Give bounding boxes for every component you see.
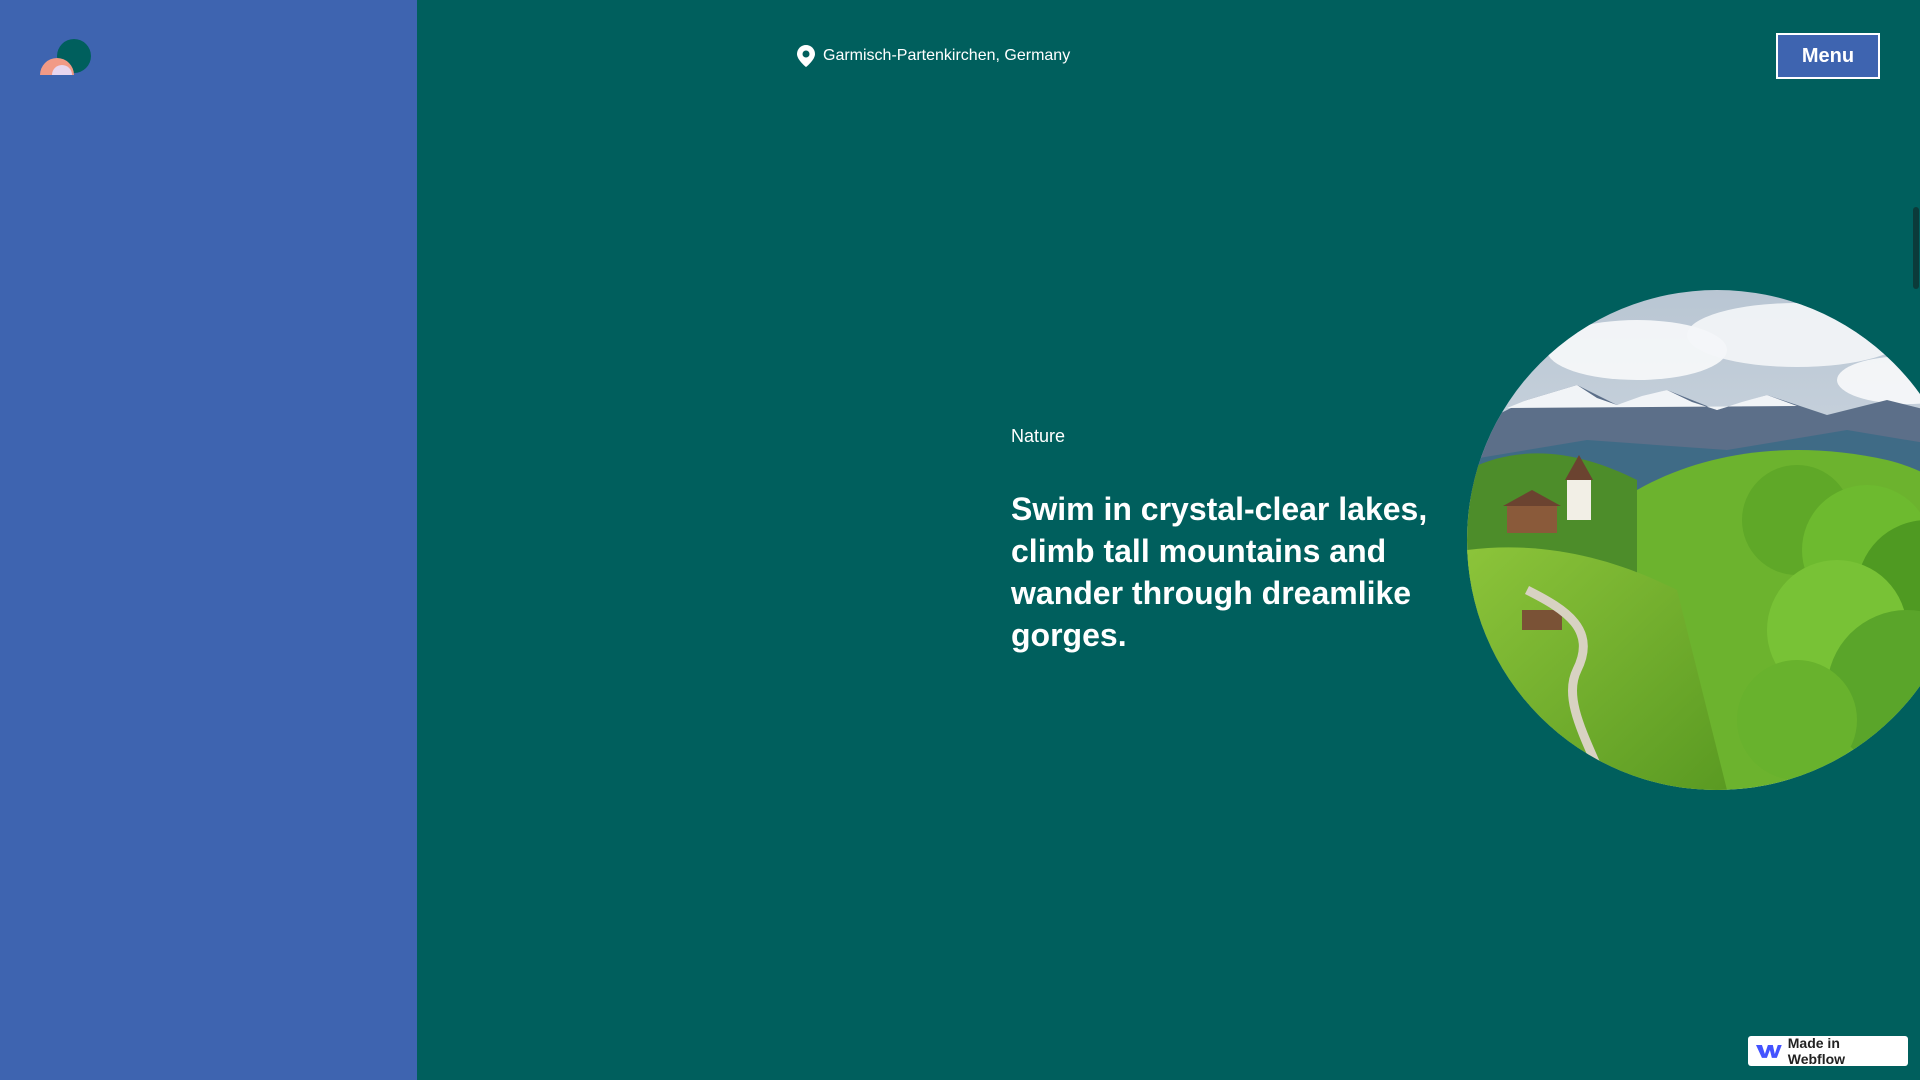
headline: Swim in crystal-clear lakes, climb tall … — [1011, 491, 1428, 653]
logo-icon[interactable] — [38, 38, 94, 76]
map-pin-icon — [797, 45, 815, 67]
menu-button[interactable]: Menu — [1776, 33, 1880, 79]
location-text: Garmisch-Partenkirchen, Germany — [823, 47, 1071, 64]
location: Garmisch-Partenkirchen, Germany — [797, 45, 1070, 67]
page: Garmisch-Partenkirchen, Germany Menu Nat… — [0, 0, 1920, 1080]
webflow-icon — [1756, 1045, 1782, 1058]
main-content: Garmisch-Partenkirchen, Germany Menu Nat… — [417, 0, 1920, 1080]
left-panel — [0, 0, 417, 1080]
badge-label: Made in Webflow — [1787, 1035, 1846, 1067]
made-in-webflow-badge[interactable]: Made in Webflow — [1748, 1035, 1908, 1067]
section-label: Nature — [1011, 426, 1066, 446]
landscape-image — [1467, 290, 1920, 790]
scrollbar-thumb[interactable] — [1913, 207, 1919, 289]
